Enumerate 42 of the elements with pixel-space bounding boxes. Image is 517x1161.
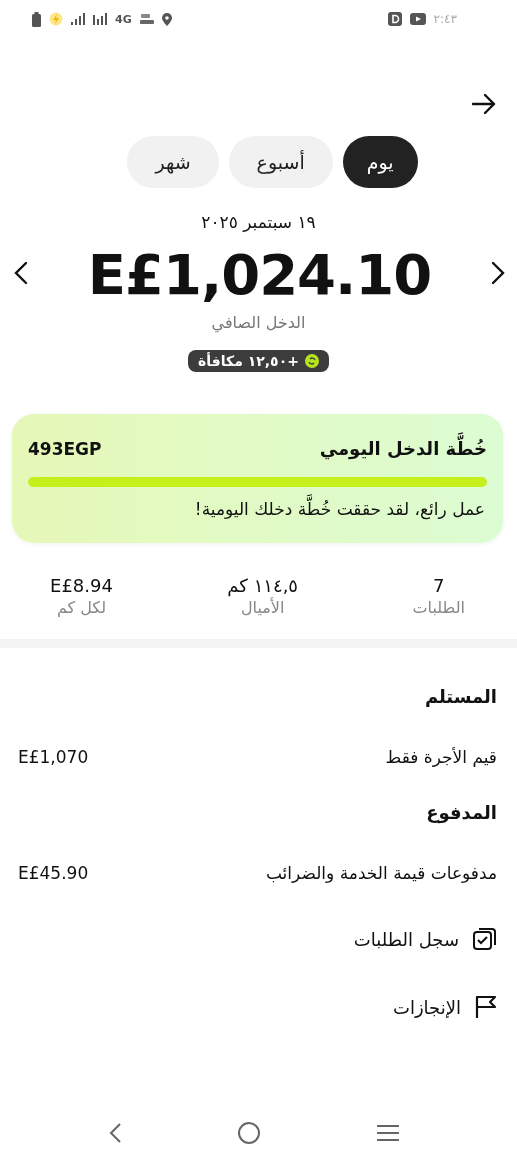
row-value: E£45.90	[18, 863, 89, 884]
plan-message: عمل رائع، لقد حققت خُطَّة دخلك اليومية!	[28, 494, 487, 524]
network-type: 4G	[115, 12, 132, 26]
video-play-icon	[409, 13, 426, 25]
period-tab[interactable]: شهر	[127, 136, 219, 188]
stat-label: الأميال	[240, 598, 285, 618]
stat-label: الطلبات	[412, 598, 465, 618]
row-label: مدفوعات قيمة الخدمة والضرائب	[265, 863, 497, 884]
back-nav-icon[interactable]	[107, 1122, 122, 1144]
lightning-icon	[49, 12, 63, 26]
menu-icon[interactable]	[375, 1124, 400, 1142]
stat-value: 7	[433, 575, 445, 597]
flag-icon	[475, 995, 497, 1020]
row-label: قيم الأجرة فقط	[385, 747, 497, 768]
date-label: ١٩ سبتمبر ٢٠٢٥	[200, 212, 317, 232]
clock-time: ٢:٤٣	[433, 12, 457, 26]
arrow-right-icon	[471, 92, 497, 115]
bonus-badge: +١٢,٥٠ مكافأة	[188, 350, 329, 372]
section-heading: المستلم	[423, 686, 497, 710]
checklist-icon	[473, 927, 497, 952]
signal-icon	[71, 13, 85, 25]
section-heading: المدفوع	[425, 802, 497, 826]
period-tab[interactable]: أسبوع	[228, 136, 333, 188]
menu-link[interactable]: الإنجازات	[392, 990, 497, 1025]
home-nav-icon[interactable]	[236, 1121, 261, 1145]
stat-value: E£8.94	[50, 575, 113, 597]
battery-icon	[32, 11, 41, 27]
location-pin-icon	[161, 12, 172, 26]
stat-value: ١١٤,٥ كم	[227, 575, 299, 597]
plan-target: 493EGP	[28, 439, 102, 460]
menu-link[interactable]: سجل الطلبات	[353, 922, 497, 957]
coin-icon	[304, 354, 319, 368]
net-income-label: الدخل الصافي	[210, 313, 307, 332]
chevron-right-icon	[491, 261, 505, 285]
signal-icon	[93, 13, 107, 25]
row-value: E£1,070	[18, 747, 89, 768]
period-tab[interactable]: يوم	[342, 136, 418, 188]
plan-title: خُطَّة الدخل اليومي	[319, 434, 487, 465]
stat-label: لكل كم	[56, 598, 107, 618]
app-icon	[387, 12, 402, 26]
chevron-left-icon	[14, 261, 28, 285]
net-income-amount: E£1,024.10	[87, 242, 432, 307]
